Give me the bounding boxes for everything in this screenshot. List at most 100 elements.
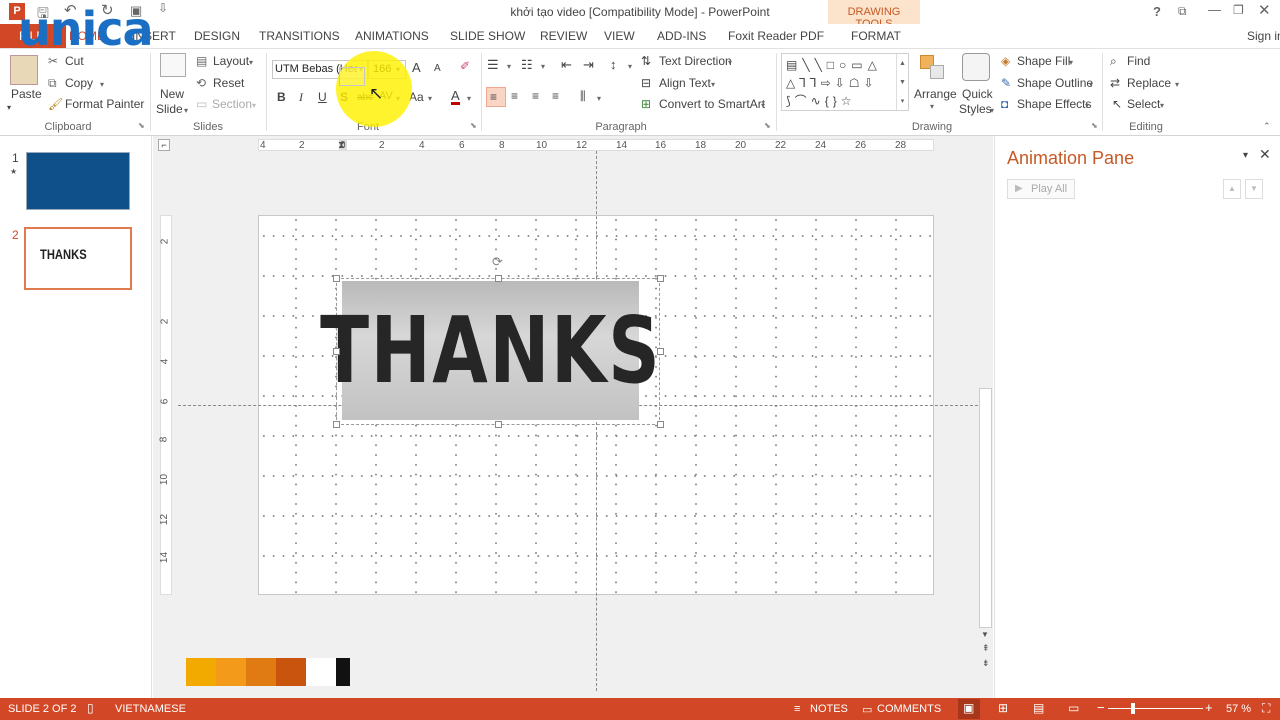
close-pane-icon[interactable]: ✕ <box>1259 146 1271 163</box>
text-direction-dropdown-icon[interactable]: ▾ <box>728 58 732 67</box>
scrollbar-thumb[interactable] <box>979 388 992 628</box>
font-color-dropdown-icon[interactable]: ▾ <box>467 94 471 103</box>
line-spacing-dropdown-icon[interactable]: ▾ <box>628 62 632 71</box>
normal-view-button[interactable]: ▣ <box>958 699 980 719</box>
align-right-icon[interactable]: ≡ <box>532 89 539 103</box>
find-icon[interactable]: ⌕ <box>1110 54 1117 69</box>
text-direction-button[interactable]: Text Direction <box>659 54 732 68</box>
decrease-indent-icon[interactable]: ⇤ <box>561 57 572 73</box>
resize-handle[interactable] <box>333 348 340 355</box>
zoom-slider-thumb[interactable] <box>1131 703 1135 714</box>
justify-icon[interactable]: ≡ <box>552 89 559 103</box>
bullets-icon[interactable]: ☰ <box>487 57 499 73</box>
comments-button[interactable]: COMMENTS <box>877 703 941 715</box>
shape-fill-dropdown-icon[interactable]: ▾ <box>1069 58 1073 67</box>
quick-styles-dropdown-icon[interactable]: ▾ <box>990 106 994 115</box>
new-slide-icon[interactable] <box>160 53 186 77</box>
reset-icon[interactable]: ⟲ <box>196 76 206 90</box>
slide-thumbnail-selected[interactable]: THANKS <box>24 227 132 290</box>
shape-effects-icon[interactable]: ◘ <box>1001 97 1008 111</box>
clipboard-launcher-icon[interactable]: ⬊ <box>138 121 145 130</box>
slide-sorter-icon[interactable]: ⊞ <box>998 701 1008 715</box>
arrange-icon[interactable] <box>920 55 946 81</box>
bullets-dropdown-icon[interactable]: ▾ <box>507 62 511 71</box>
tab-review[interactable]: REVIEW <box>540 29 587 43</box>
arrange-button[interactable]: Arrange <box>914 87 957 101</box>
thanks-text-box[interactable]: THANKS <box>320 281 660 420</box>
tab-view[interactable]: VIEW <box>604 29 635 43</box>
minimize-icon[interactable]: — <box>1208 2 1221 17</box>
zoom-level[interactable]: 57 % <box>1226 703 1251 715</box>
align-center-icon[interactable]: ≡ <box>511 89 518 103</box>
zoom-slider[interactable] <box>1108 708 1203 709</box>
format-painter-button[interactable]: Format Painter <box>65 97 144 111</box>
copy-dropdown-icon[interactable]: ▾ <box>100 80 104 89</box>
quick-styles-label-2[interactable]: Styles <box>959 102 992 116</box>
numbering-icon[interactable]: ☷ <box>521 57 533 73</box>
help-icon[interactable]: ? <box>1153 4 1161 19</box>
indent-marker-icon[interactable]: ⧗ <box>338 140 345 151</box>
move-up-button[interactable]: ▲ <box>1223 179 1241 199</box>
quick-styles-label-1[interactable]: Quick <box>962 87 993 101</box>
replace-button[interactable]: Replace <box>1127 76 1171 90</box>
select-icon[interactable]: ↖ <box>1112 97 1122 111</box>
font-color-button[interactable]: A <box>451 89 460 105</box>
format-painter-icon[interactable]: 🖌 <box>48 97 63 111</box>
ribbon-display-icon[interactable]: ⧉ <box>1178 4 1187 19</box>
cut-icon[interactable]: ✂ <box>48 54 58 68</box>
pane-options-icon[interactable]: ▾ <box>1243 150 1248 161</box>
comments-icon[interactable]: ▭ <box>862 703 872 716</box>
align-text-dropdown-icon[interactable]: ▾ <box>711 80 715 89</box>
slide-thumbnail[interactable] <box>26 152 130 210</box>
tab-add-ins[interactable]: ADD-INS <box>657 29 706 43</box>
underline-button[interactable]: U <box>318 90 327 104</box>
paste-dropdown-icon[interactable]: ▾ <box>7 103 11 112</box>
previous-slide-icon[interactable]: ⇞ <box>982 643 990 654</box>
shape-effects-button[interactable]: Shape Effects <box>1017 97 1092 111</box>
new-slide-label-1[interactable]: New <box>160 87 184 101</box>
copy-button[interactable]: Copy <box>65 76 93 90</box>
italic-button[interactable]: I <box>299 90 303 105</box>
text-direction-icon[interactable]: ⇅ <box>641 54 651 68</box>
copy-icon[interactable]: ⧉ <box>48 76 57 91</box>
shape-outline-button[interactable]: Shape Outline <box>1017 76 1093 90</box>
shape-fill-icon[interactable]: ◈ <box>1001 54 1010 68</box>
notes-button[interactable]: NOTES <box>810 703 848 715</box>
clear-formatting-icon[interactable]: ✐ <box>460 59 470 73</box>
shrink-font-button[interactable]: A <box>434 63 441 74</box>
slide-show-icon[interactable]: ▭ <box>1068 701 1079 715</box>
vertical-scrollbar[interactable]: ▼ ⇞ ⇟ <box>979 138 992 676</box>
tab-foxit-reader[interactable]: Foxit Reader PDF <box>728 29 824 43</box>
tab-format[interactable]: FORMAT <box>851 29 901 43</box>
find-button[interactable]: Find <box>1127 54 1150 68</box>
move-down-button[interactable]: ▼ <box>1245 179 1263 199</box>
resize-handle[interactable] <box>657 421 664 428</box>
reset-button[interactable]: Reset <box>213 76 244 90</box>
paragraph-launcher-icon[interactable]: ⬊ <box>764 121 771 130</box>
align-left-button[interactable]: ≡ <box>486 87 506 107</box>
shape-effects-dropdown-icon[interactable]: ▾ <box>1085 101 1089 110</box>
resize-handle[interactable] <box>333 275 340 282</box>
replace-icon[interactable]: ⇄ <box>1110 76 1120 90</box>
tab-animations[interactable]: ANIMATIONS <box>355 29 429 43</box>
paste-icon[interactable] <box>10 55 38 85</box>
sign-in-link[interactable]: Sign in <box>1247 29 1280 43</box>
slide-counter[interactable]: SLIDE 2 OF 2 <box>8 703 76 715</box>
layout-button[interactable]: Layout <box>213 54 249 68</box>
grow-font-button[interactable]: A <box>412 60 421 75</box>
tab-selector-icon[interactable]: ⌐ <box>158 139 170 151</box>
resize-handle[interactable] <box>657 275 664 282</box>
tab-slide-show[interactable]: SLIDE SHOW <box>450 29 525 43</box>
collapse-ribbon-icon[interactable]: ⌃ <box>1263 121 1271 132</box>
language-status[interactable]: VIETNAMESE <box>115 703 186 715</box>
select-dropdown-icon[interactable]: ▾ <box>1160 101 1164 110</box>
resize-handle[interactable] <box>657 348 664 355</box>
increase-indent-icon[interactable]: ⇥ <box>583 57 594 73</box>
shapes-scroll[interactable]: ▲ ▼ ▾ <box>896 54 908 110</box>
play-all-button[interactable]: ▶ Play All <box>1007 179 1075 199</box>
notes-icon[interactable]: ≡ <box>794 703 800 715</box>
shapes-gallery[interactable]: ▤╲╲□○▭△ △⅂⅂⇨⇩☖⇩ ⟆⌒∿{}☆ ▲ ▼ ▾ <box>781 53 909 111</box>
arrange-dropdown-icon[interactable]: ▾ <box>930 102 934 111</box>
tab-transitions[interactable]: TRANSITIONS <box>259 29 340 43</box>
tab-design[interactable]: DESIGN <box>194 29 240 43</box>
